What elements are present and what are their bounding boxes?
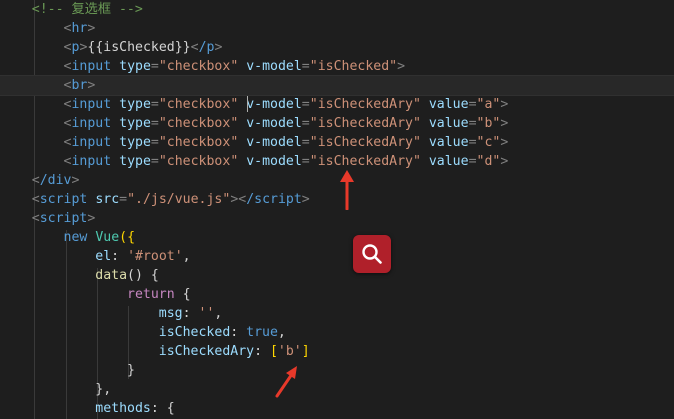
text-cursor xyxy=(247,96,248,112)
attr-value: "checkbox" xyxy=(158,59,239,74)
code-line: <input type="checkbox" v-model="isChecke… xyxy=(63,154,509,169)
attr-name: type xyxy=(119,97,151,112)
keyword: return xyxy=(127,287,175,302)
attr-value: "checkbox" xyxy=(158,116,239,131)
tag-name: /script xyxy=(246,192,302,207)
attr-value: "isCheckedAry" xyxy=(309,97,421,112)
tag-name: script xyxy=(39,211,88,226)
code-line: <input type="checkbox" v-model="isChecke… xyxy=(63,116,509,131)
attr-value: "isCheckedAry" xyxy=(309,154,421,169)
code-line: }, xyxy=(0,380,111,399)
code-line: <input type="checkbox" v-model="isChecke… xyxy=(63,59,406,74)
property-key: isChecked xyxy=(158,325,231,340)
attr-value: "isCheckedAry" xyxy=(309,116,421,131)
bracket: }, xyxy=(95,382,112,397)
code-editor[interactable]: <!-- 复选框 --> <hr> <p>{{isChecked}}</p> <… xyxy=(0,0,674,419)
code-line: <script> xyxy=(31,211,96,226)
attr-name: v-model xyxy=(246,97,302,112)
bracket: { xyxy=(182,287,191,302)
code-line: <p>{{isChecked}}</p> xyxy=(63,40,223,55)
function-name: data xyxy=(95,268,128,283)
function-signature: () { xyxy=(127,268,159,283)
attr-value: "isChecked" xyxy=(309,59,398,74)
current-line: <br> xyxy=(0,75,674,96)
string-literal: '' xyxy=(198,306,215,321)
attr-name: src xyxy=(95,192,120,207)
attr-name: value xyxy=(428,97,469,112)
attr-name: type xyxy=(119,154,151,169)
code-line: <input type="checkbox" v-model="isChecke… xyxy=(63,97,509,112)
code-line: isChecked: true, xyxy=(158,325,286,340)
tag-name: input xyxy=(71,59,112,74)
code-line: el: '#root', xyxy=(95,249,191,264)
code-line: new Vue({ xyxy=(0,228,136,247)
tag-name: /div xyxy=(39,173,72,188)
property-key: methods xyxy=(95,401,151,416)
attr-value: "b" xyxy=(476,116,501,131)
tag-name: input xyxy=(71,135,112,150)
attr-name: type xyxy=(119,59,151,74)
code-line: <!-- 复选框 --> xyxy=(0,0,143,19)
attr-name: value xyxy=(428,116,469,131)
bracket: [ xyxy=(269,344,278,359)
tag-name: br xyxy=(71,78,88,93)
bracket: ({ xyxy=(119,230,136,245)
arrow-annotation xyxy=(275,366,297,398)
attr-value: "checkbox" xyxy=(158,97,239,112)
search-button[interactable] xyxy=(353,235,391,273)
property-key: isCheckedAry xyxy=(158,344,255,359)
attr-name: v-model xyxy=(246,116,302,131)
code-line: } xyxy=(0,361,135,380)
attr-name: v-model xyxy=(246,59,302,74)
property-key: el xyxy=(95,249,112,264)
code-line: isCheckedAry: ['b'] xyxy=(158,344,310,359)
attr-name: v-model xyxy=(246,154,302,169)
attr-name: type xyxy=(119,135,151,150)
attr-value: "./js/vue.js" xyxy=(127,192,231,207)
bracket: ] xyxy=(301,344,310,359)
attr-name: value xyxy=(428,154,469,169)
attr-name: value xyxy=(428,135,469,150)
html-comment: <!-- 复选框 --> xyxy=(31,2,143,17)
code-line: data() { xyxy=(0,266,159,285)
attr-value: "checkbox" xyxy=(158,135,239,150)
property-key: msg xyxy=(158,306,183,321)
bracket: } xyxy=(127,363,135,378)
code-line: msg: '', xyxy=(158,306,223,321)
attr-value: "d" xyxy=(476,154,501,169)
bracket: { xyxy=(166,401,175,416)
attr-value: "c" xyxy=(476,135,501,150)
tag-name: input xyxy=(71,154,112,169)
string-literal: 'b' xyxy=(277,344,302,359)
attr-value: "checkbox" xyxy=(158,154,239,169)
tag-name: hr xyxy=(71,21,88,36)
search-icon xyxy=(362,244,382,264)
code-line: methods: { xyxy=(95,401,175,416)
tag-name: script xyxy=(39,192,88,207)
arrow-annotation xyxy=(340,170,354,210)
code-line: </div> xyxy=(31,173,80,188)
class-name: Vue xyxy=(95,230,120,245)
code-line: <input type="checkbox" v-model="isChecke… xyxy=(63,135,509,150)
attr-value: "isCheckedAry" xyxy=(309,135,421,150)
code-line: <script src="./js/vue.js"></script> xyxy=(31,192,310,207)
code-line: return { xyxy=(0,285,191,304)
tag-name: input xyxy=(71,116,112,131)
keyword: new xyxy=(63,230,88,245)
tag-name: /p xyxy=(198,40,215,55)
boolean-literal: true xyxy=(246,325,278,340)
code-line: <hr> xyxy=(63,21,96,36)
attr-name: type xyxy=(119,116,151,131)
attr-value: "a" xyxy=(476,97,501,112)
mustache-expression: {{isChecked}} xyxy=(87,40,191,55)
attr-name: v-model xyxy=(246,135,302,150)
string-literal: '#root' xyxy=(127,249,183,264)
tag-name: input xyxy=(71,97,112,112)
